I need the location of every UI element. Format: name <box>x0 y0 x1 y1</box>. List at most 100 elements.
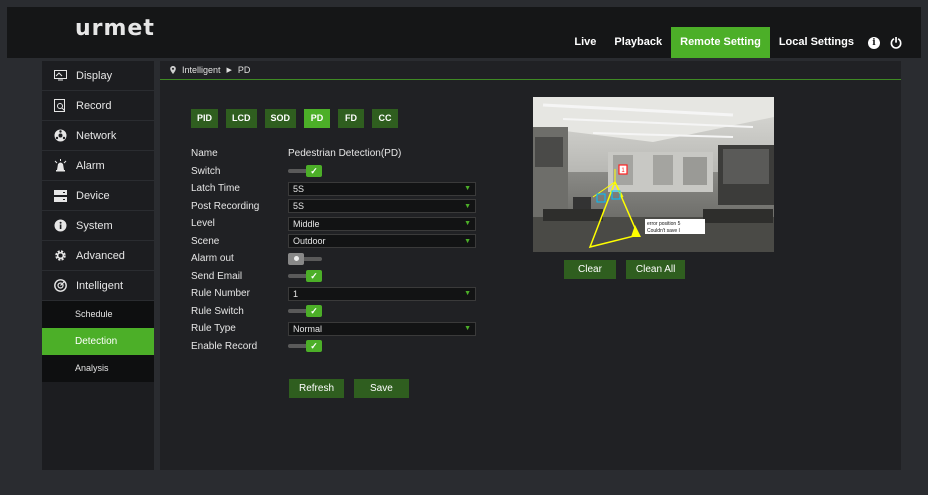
post-recording-select[interactable]: 5S ▼ <box>288 199 476 214</box>
dropdown-caret-icon: ▼ <box>464 185 471 193</box>
rule-switch-toggle[interactable]: ✓ <box>288 305 322 318</box>
check-icon: ✓ <box>306 305 322 318</box>
form-row-name: Name Pedestrian Detection(PD) <box>191 145 481 163</box>
main-nav: Live Playback Remote Setting Local Setti… <box>565 27 907 58</box>
record-icon <box>53 99 67 113</box>
tab-fd[interactable]: FD <box>338 109 365 128</box>
intelligent-icon <box>53 279 67 293</box>
nav-live[interactable]: Live <box>565 27 605 58</box>
sidebar-item-label: Network <box>76 129 117 142</box>
location-pin-icon <box>170 66 176 74</box>
breadcrumb-current: PD <box>237 65 251 75</box>
refresh-button[interactable]: Refresh <box>289 379 345 398</box>
sidebar-item-network[interactable]: Network <box>42 121 154 151</box>
sidebar-item-label: Advanced <box>76 249 125 262</box>
post-recording-value: 5S <box>293 201 305 212</box>
sidebar-item-label: Alarm <box>76 159 105 172</box>
form-row-enable-record: Enable Record ✓ <box>191 338 481 356</box>
latch-time-value: 5S <box>293 183 305 194</box>
detection-tabs: PID LCD SOD PD FD CC <box>191 109 399 128</box>
breadcrumb: Intelligent ▶ PD <box>160 61 901 80</box>
form-row-alarm-out: Alarm out <box>191 250 481 268</box>
latch-time-select[interactable]: 5S ▼ <box>288 181 476 196</box>
sidebar-item-device[interactable]: Device <box>42 181 154 211</box>
enable-record-toggle[interactable]: ✓ <box>288 340 322 353</box>
tab-pid[interactable]: PID <box>191 109 219 128</box>
form-row-rule-type: Rule Type Normal ▼ <box>191 320 481 338</box>
info-button[interactable]: i <box>863 27 885 58</box>
brand-logo: urmet <box>75 16 155 41</box>
nav-playback[interactable]: Playback <box>605 27 671 58</box>
check-icon: ✓ <box>306 165 322 178</box>
preview-buttons: Clear Clean All <box>564 260 686 279</box>
rule-switch-label: Rule Switch <box>191 305 244 317</box>
top-bar: urmet Live Playback Remote Setting Local… <box>7 7 921 58</box>
submenu-item-analysis[interactable]: Analysis <box>42 355 154 382</box>
send-email-toggle[interactable]: ✓ <box>288 270 322 283</box>
dropdown-caret-icon: ▼ <box>464 237 471 245</box>
sidebar-item-system[interactable]: System <box>42 211 154 241</box>
toggle-off-icon <box>288 252 304 265</box>
nav-local-settings[interactable]: Local Settings <box>770 27 863 58</box>
alarm-out-label: Alarm out <box>191 253 234 265</box>
dropdown-caret-icon: ▼ <box>464 202 471 210</box>
breadcrumb-parent[interactable]: Intelligent <box>182 65 221 75</box>
sidebar-item-label: Display <box>76 69 113 82</box>
sidebar-item-record[interactable]: Record <box>42 91 154 121</box>
tab-cc[interactable]: CC <box>372 109 399 128</box>
nav-remote-setting[interactable]: Remote Setting <box>671 27 770 58</box>
breadcrumb-separator-icon: ▶ <box>226 67 232 74</box>
rule-type-select[interactable]: Normal ▼ <box>288 321 476 336</box>
switch-label: Switch <box>191 165 221 177</box>
form-row-switch: Switch ✓ <box>191 163 481 181</box>
level-select[interactable]: Middle ▼ <box>288 216 476 231</box>
post-recording-label: Post Recording <box>191 200 260 212</box>
form-row-rule-number: Rule Number 1 ▼ <box>191 285 481 303</box>
rule-number-value: 1 <box>293 288 299 299</box>
level-value: Middle <box>293 218 320 229</box>
save-button[interactable]: Save <box>354 379 409 398</box>
gear-icon <box>53 249 67 263</box>
sidebar-item-display[interactable]: Display <box>42 61 154 91</box>
dropdown-caret-icon: ▼ <box>464 325 471 333</box>
sidebar-item-label: Intelligent <box>76 279 124 292</box>
scene-label: Scene <box>191 235 220 247</box>
alarm-icon <box>53 159 67 173</box>
system-info-icon <box>53 219 67 233</box>
overlay-text-line1: error position 5 <box>647 221 681 227</box>
clean-all-button[interactable]: Clean All <box>625 260 686 279</box>
alarm-out-toggle[interactable] <box>288 252 322 265</box>
overlay-text-line2: Couldn't save I <box>647 228 680 234</box>
latch-time-label: Latch Time <box>191 183 240 195</box>
send-email-label: Send Email <box>191 270 243 282</box>
form-row-scene: Scene Outdoor ▼ <box>191 233 481 251</box>
form-row-level: Level Middle ▼ <box>191 215 481 233</box>
tab-lcd[interactable]: LCD <box>226 109 257 128</box>
name-label: Name <box>191 148 218 160</box>
submenu-item-detection[interactable]: Detection <box>42 328 154 355</box>
enable-record-label: Enable Record <box>191 340 258 352</box>
scene-select[interactable]: Outdoor ▼ <box>288 234 476 249</box>
camera-preview[interactable]: 1 error position 5 Couldn't save I <box>533 97 774 252</box>
check-icon: ✓ <box>306 270 322 283</box>
dropdown-caret-icon: ▼ <box>464 290 471 298</box>
tab-pd[interactable]: PD <box>304 109 331 128</box>
switch-toggle[interactable]: ✓ <box>288 165 322 178</box>
sidebar-item-intelligent[interactable]: Intelligent <box>42 271 154 301</box>
form-row-send-email: Send Email ✓ <box>191 268 481 286</box>
scene-value: Outdoor <box>293 236 326 247</box>
submenu-item-schedule[interactable]: Schedule <box>42 301 154 328</box>
tab-sod[interactable]: SOD <box>264 109 297 128</box>
sidebar-item-alarm[interactable]: Alarm <box>42 151 154 181</box>
power-icon: ⏻ <box>890 34 902 51</box>
check-icon: ✓ <box>306 340 322 353</box>
level-label: Level <box>191 218 215 230</box>
form-row-post-recording: Post Recording 5S ▼ <box>191 198 481 216</box>
rule-number-select[interactable]: 1 ▼ <box>288 286 476 301</box>
dropdown-caret-icon: ▼ <box>464 220 471 228</box>
info-icon: i <box>868 36 880 49</box>
power-button[interactable]: ⏻ <box>885 27 907 58</box>
sidebar-item-label: Record <box>76 99 112 112</box>
sidebar-item-advanced[interactable]: Advanced <box>42 241 154 271</box>
clear-button[interactable]: Clear <box>564 260 616 279</box>
